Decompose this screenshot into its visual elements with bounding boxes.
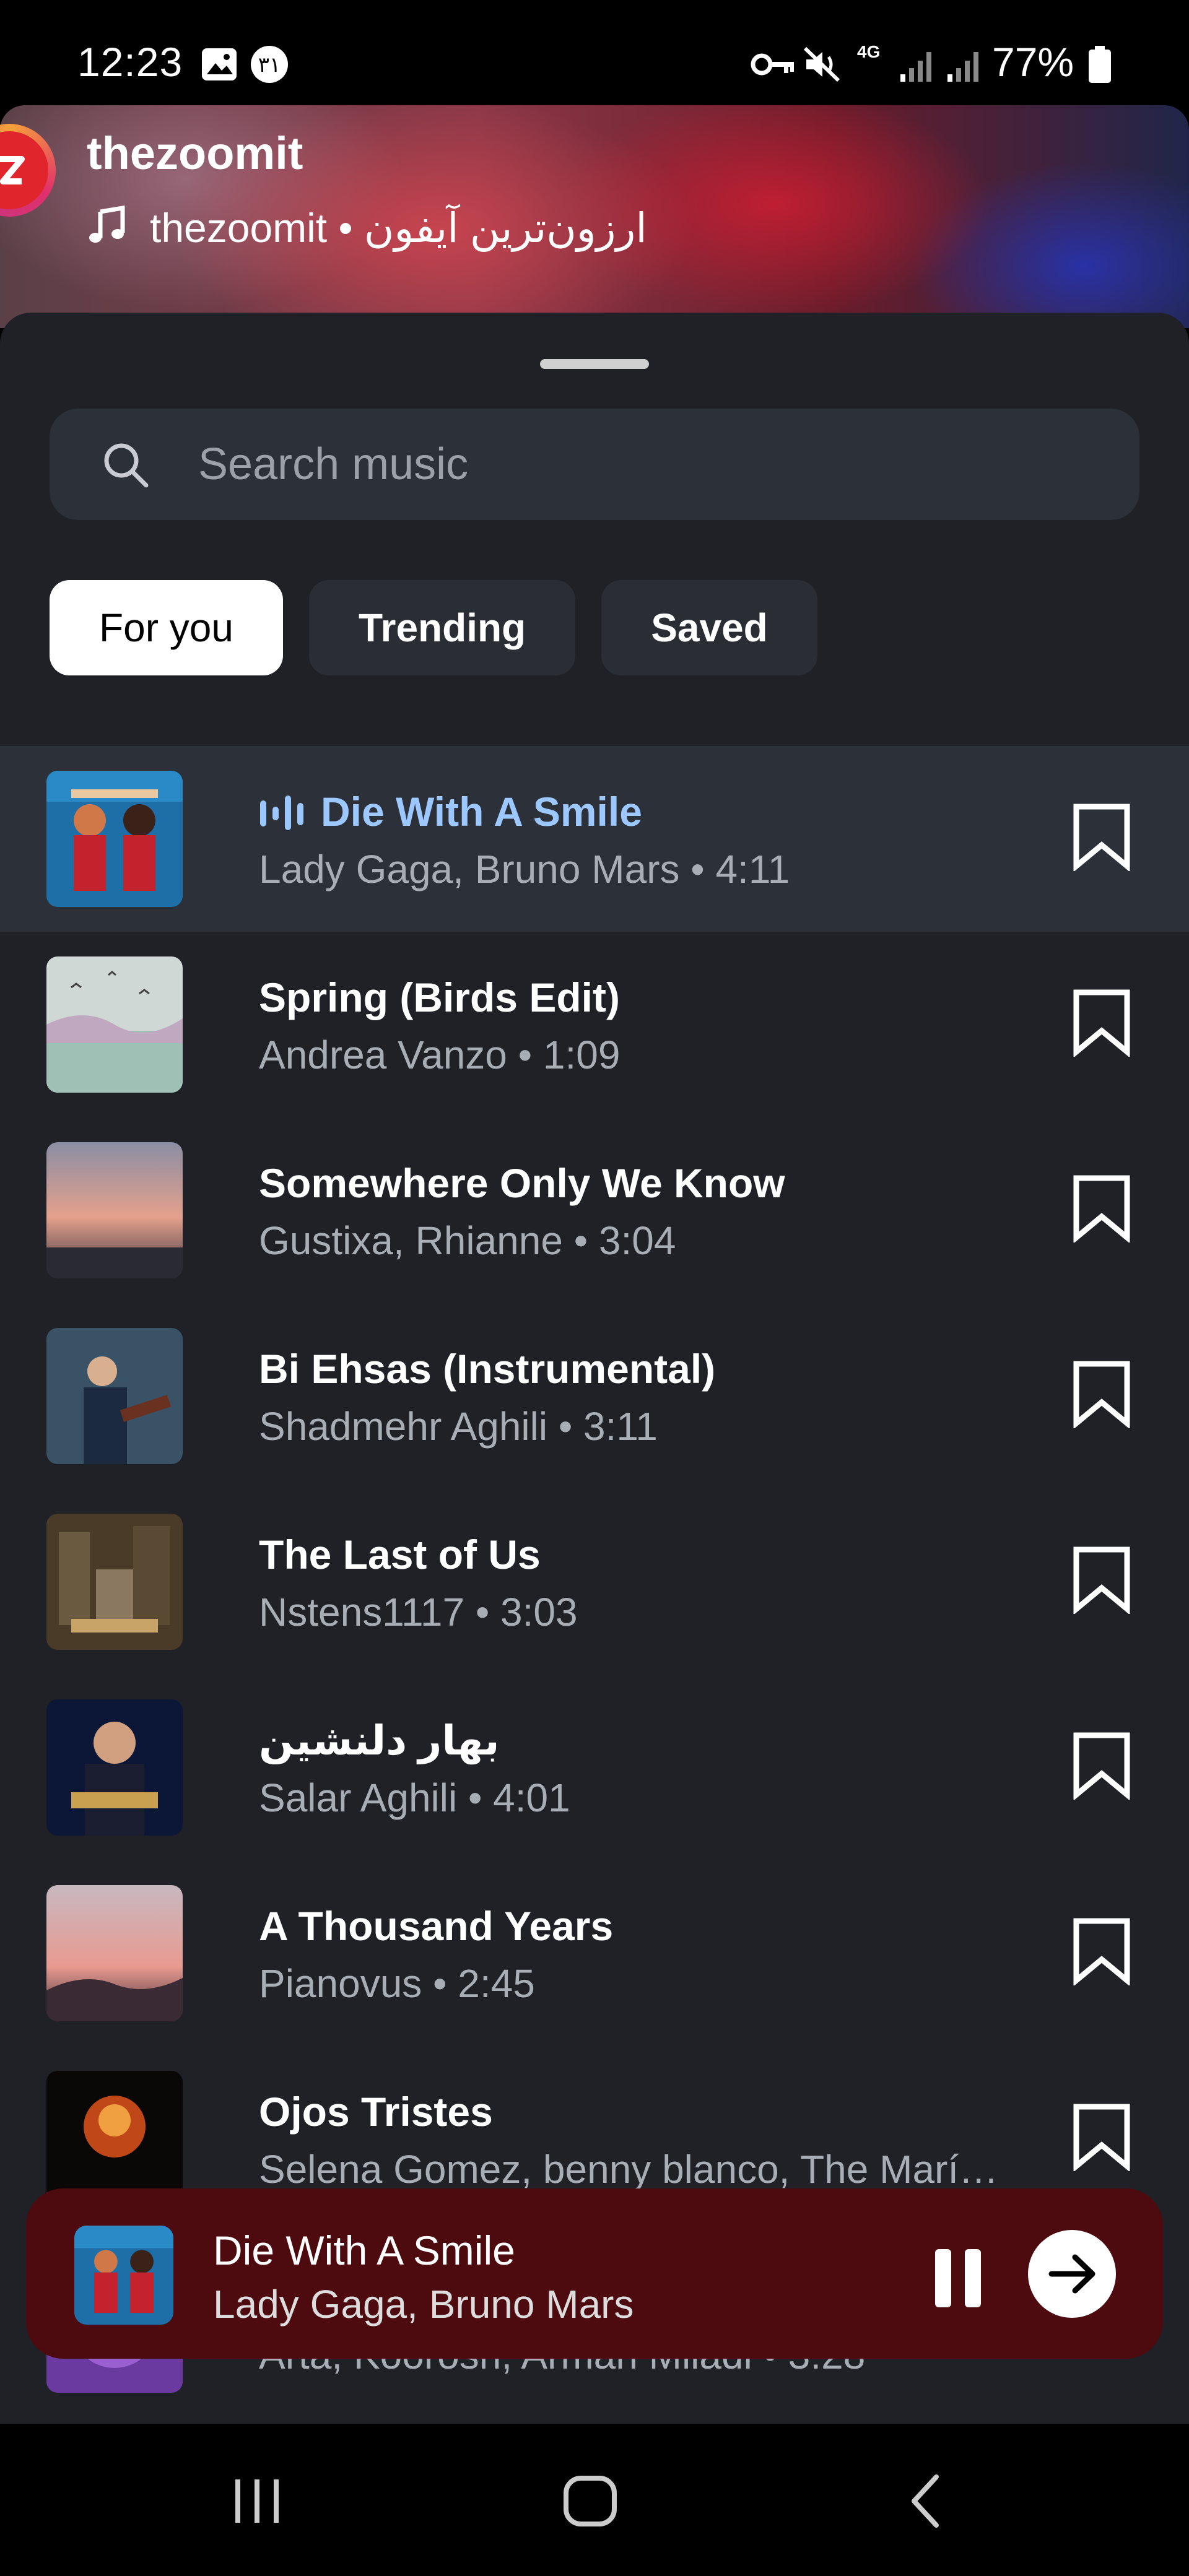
category-tabs: For you Trending Saved (50, 580, 817, 675)
bookmark-icon[interactable] (1071, 1360, 1132, 1431)
track-subtitle: Selena Gomez, benny blanco, The Marí… (259, 2147, 999, 2192)
avatar[interactable] (0, 124, 56, 217)
track-row[interactable]: بهار دلنشین Salar Aghili • 4:01 (0, 1675, 1189, 1860)
track-subtitle: Shadmehr Aghili • 3:11 (259, 1404, 658, 1449)
track-subtitle: Pianovus • 2:45 (259, 1961, 535, 2006)
battery-percent: 77% (992, 39, 1074, 85)
status-time: 12:23 (77, 39, 183, 85)
track-row[interactable]: Somewhere Only We Know Gustixa, Rhianne … (0, 1117, 1189, 1303)
signal-icon-2 (945, 45, 985, 87)
svg-text:۳۱: ۳۱ (258, 53, 281, 77)
now-playing-artist: Lady Gaga, Bruno Mars (213, 2282, 634, 2327)
track-list[interactable]: Die With A Smile Lady Gaga, Bruno Mars •… (0, 746, 1189, 2442)
tab-for-you[interactable]: For you (50, 580, 283, 675)
drag-handle[interactable] (540, 359, 649, 369)
tab-trending[interactable]: Trending (308, 580, 576, 675)
story-header: thezoomit thezoomit • ارزون‌ترین آیفون (0, 105, 1189, 328)
now-playing-title: Die With A Smile (213, 2227, 515, 2273)
now-playing-bar[interactable]: Die With A Smile Lady Gaga, Bruno Mars (26, 2188, 1163, 2359)
vpn-key-icon (749, 45, 796, 87)
recent-apps-icon[interactable] (229, 2473, 285, 2532)
track-subtitle: Gustixa, Rhianne • 3:04 (259, 1218, 676, 1263)
album-art (46, 1328, 183, 1464)
track-title: Somewhere Only We Know (259, 1160, 785, 1206)
track-subtitle: Nstens1117 • 3:03 (259, 1590, 578, 1634)
search-input[interactable] (198, 409, 1065, 520)
now-playing-album-art (74, 2226, 173, 2325)
zoomit-logo-icon (0, 131, 48, 209)
album-art (46, 1885, 183, 2021)
screen: 12:23 ۳۱ 4G 77% thezoomit thezoomit • ار… (0, 0, 1189, 2576)
track-title: Bi Ehsas (Instrumental) (259, 1346, 716, 1392)
bookmark-icon[interactable] (1071, 1917, 1132, 1988)
album-art (46, 1142, 183, 1278)
track-row[interactable]: Die With A Smile Lady Gaga, Bruno Mars •… (0, 746, 1189, 932)
track-row[interactable]: Spring (Birds Edit) Andrea Vanzo • 1:09 (0, 932, 1189, 1117)
track-title: The Last of Us (259, 1532, 541, 1577)
battery-icon (1087, 46, 1112, 87)
track-title: Spring (Birds Edit) (259, 974, 620, 1020)
system-nav-bar (0, 2424, 1189, 2576)
search-bar[interactable] (50, 409, 1139, 520)
bookmark-icon[interactable] (1071, 1732, 1132, 1803)
album-art (46, 1699, 183, 1836)
track-subtitle: Lady Gaga, Bruno Mars • 4:11 (259, 847, 790, 891)
tab-saved[interactable]: Saved (601, 580, 817, 675)
gallery-icon (199, 45, 239, 87)
bookmark-icon[interactable] (1071, 2103, 1132, 2174)
bookmark-icon[interactable] (1071, 803, 1132, 874)
story-music-line: thezoomit • ارزون‌ترین آیفون (150, 205, 647, 251)
mute-icon (803, 45, 842, 87)
bookmark-icon[interactable] (1071, 989, 1132, 1060)
story-username: thezoomit (87, 128, 303, 179)
album-art (46, 1514, 183, 1650)
music-picker-sheet: For you Trending Saved Die With A Smile … (0, 313, 1189, 2424)
music-note-icon (87, 204, 130, 251)
network-type: 4G (857, 42, 881, 61)
album-art (46, 771, 183, 907)
home-icon[interactable] (562, 2473, 618, 2532)
track-row[interactable]: Bi Ehsas (Instrumental) Shadmehr Aghili … (0, 1303, 1189, 1489)
track-title: Ojos Tristes (259, 2089, 493, 2135)
status-bar: 12:23 ۳۱ 4G 77% (0, 0, 1189, 105)
app-notification-icon: ۳۱ (248, 45, 291, 87)
next-arrow-button[interactable] (1028, 2230, 1116, 2318)
arrow-right-icon (1048, 2254, 1095, 2294)
back-icon[interactable] (898, 2473, 954, 2532)
now-playing-equalizer-icon (259, 794, 306, 835)
pause-button[interactable] (924, 2244, 992, 2312)
search-icon (99, 438, 151, 493)
album-art (46, 956, 183, 1093)
track-row[interactable]: A Thousand Years Pianovus • 2:45 (0, 1860, 1189, 2046)
track-title: Die With A Smile (321, 789, 642, 835)
bookmark-icon[interactable] (1071, 1174, 1132, 1246)
signal-icon-1 (898, 45, 938, 87)
track-row[interactable]: The Last of Us Nstens1117 • 3:03 (0, 1489, 1189, 1675)
bookmark-icon[interactable] (1071, 1546, 1132, 1617)
album-art (46, 2071, 183, 2207)
track-subtitle: Salar Aghili • 4:01 (259, 1776, 570, 1820)
track-subtitle: Andrea Vanzo • 1:09 (259, 1033, 621, 1077)
track-title: بهار دلنشین (259, 1717, 500, 1763)
track-title: A Thousand Years (259, 1903, 614, 1949)
